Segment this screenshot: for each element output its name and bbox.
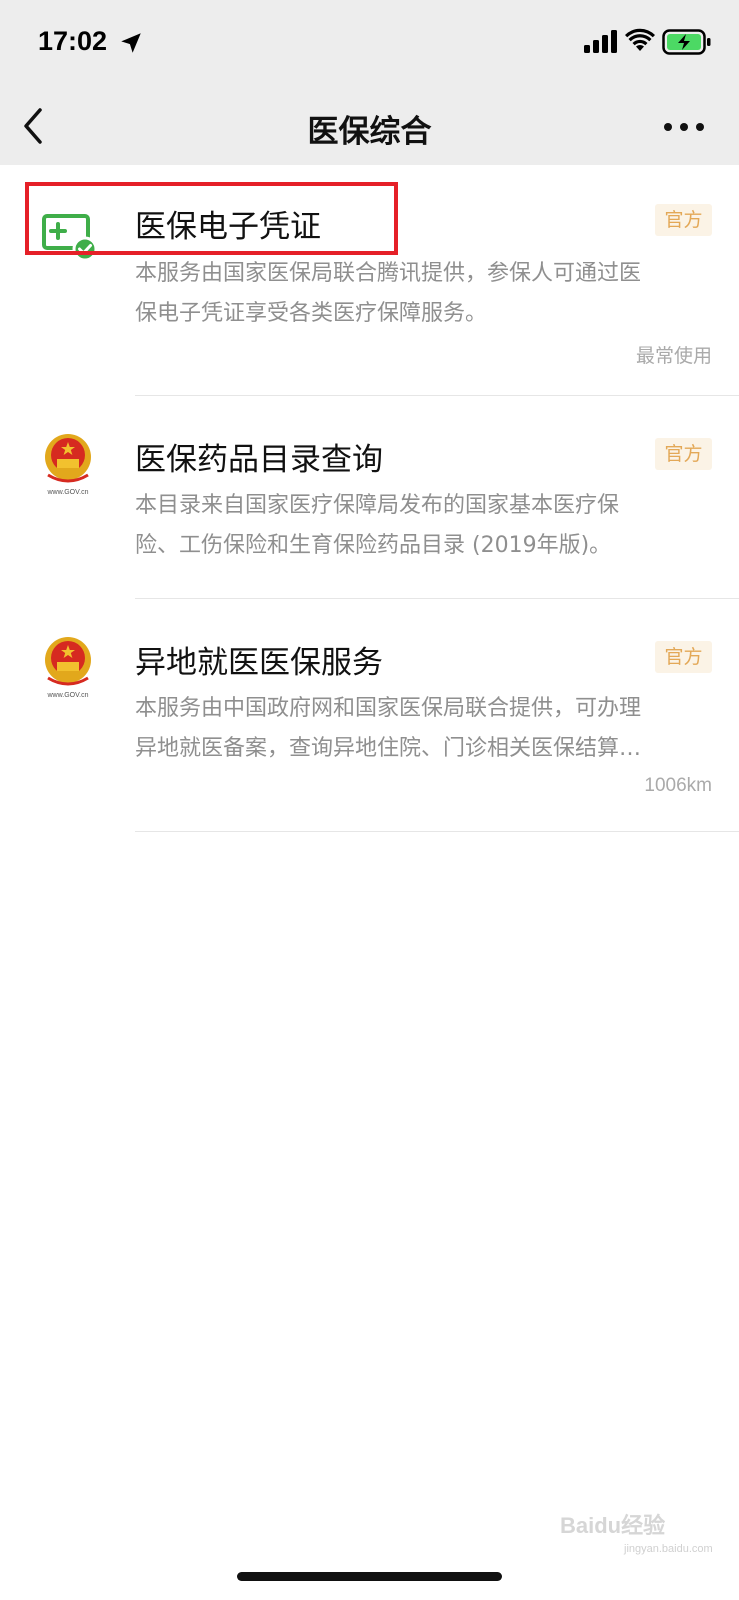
item-distance: 1006km — [644, 775, 712, 796]
status-time: 17:02 — [38, 26, 108, 56]
service-list: 医保电子凭证 官方 本服务由国家医保局联合腾讯提供，参保人可通过医 保电子凭证享… — [0, 165, 739, 832]
item-description: 本目录来自国家医疗保障局发布的国家基本医疗保 险、工伤保险和生育保险药品目录 (… — [135, 486, 715, 566]
gov-logo: www.GOV.cn — [38, 634, 98, 704]
list-item-remote-medical[interactable]: www.GOV.cn 异地就医医保服务 官方 本服务由中国政府网和国家医保局联合… — [0, 599, 739, 832]
divider — [135, 831, 739, 832]
gov-logo: www.GOV.cn — [38, 431, 98, 501]
item-title: 医保药品目录查询 — [135, 442, 383, 478]
baidu-watermark-url: jingyan.baidu.com — [624, 1543, 713, 1555]
item-description-line: 本目录来自国家医疗保障局发布的国家基本医疗保 — [135, 493, 620, 518]
item-description-line: 本服务由国家医保局联合腾讯提供，参保人可通过医 — [135, 261, 642, 286]
page-title: 医保综合 — [307, 114, 432, 150]
battery-charging-icon — [662, 29, 711, 55]
national-emblem-icon — [45, 434, 91, 483]
item-title: 异地就医医保服务 — [135, 645, 383, 681]
item-description: 本服务由国家医保局联合腾讯提供，参保人可通过医 保电子凭证享受各类医疗保障服务。 — [135, 254, 715, 334]
cellular-signal-icon — [584, 30, 617, 53]
home-indicator[interactable] — [237, 1572, 502, 1581]
item-description-line: 异地就医备案，查询异地住院、门诊相关医保结算… — [135, 736, 642, 761]
nav-bar: 医保综合 — [0, 90, 739, 165]
item-description-line: 保电子凭证享受各类医疗保障服务。 — [135, 301, 488, 326]
list-item-drug-catalog[interactable]: www.GOV.cn 医保药品目录查询 官方 本目录来自国家医疗保障局发布的国家… — [0, 396, 739, 599]
official-badge: 官方 — [655, 641, 712, 673]
official-badge: 官方 — [655, 204, 712, 236]
baidu-watermark: Baidu经验 — [560, 1513, 666, 1538]
official-badge: 官方 — [655, 438, 712, 470]
wifi-icon — [625, 28, 655, 51]
item-description-line: 本服务由中国政府网和国家医保局联合提供，可办理 — [135, 696, 642, 721]
item-meta: 最常使用 — [635, 346, 712, 367]
more-dots-icon[interactable] — [660, 112, 708, 142]
medical-card-icon — [42, 214, 98, 262]
item-description-line: 险、工伤保险和生育保险药品目录 (2019年版)。 — [135, 533, 612, 558]
item-title: 医保电子凭证 — [135, 209, 321, 245]
gov-logo-caption: www.GOV.cn — [47, 692, 89, 699]
location-arrow-icon — [121, 33, 141, 53]
national-emblem-icon — [45, 637, 91, 686]
status-bar: 17:02 — [0, 0, 739, 90]
item-description: 本服务由中国政府网和国家医保局联合提供，可办理 异地就医备案，查询异地住院、门诊… — [135, 689, 715, 769]
gov-logo-caption: www.GOV.cn — [47, 489, 89, 496]
list-item-e-voucher[interactable]: 医保电子凭证 官方 本服务由国家医保局联合腾讯提供，参保人可通过医 保电子凭证享… — [0, 165, 739, 396]
